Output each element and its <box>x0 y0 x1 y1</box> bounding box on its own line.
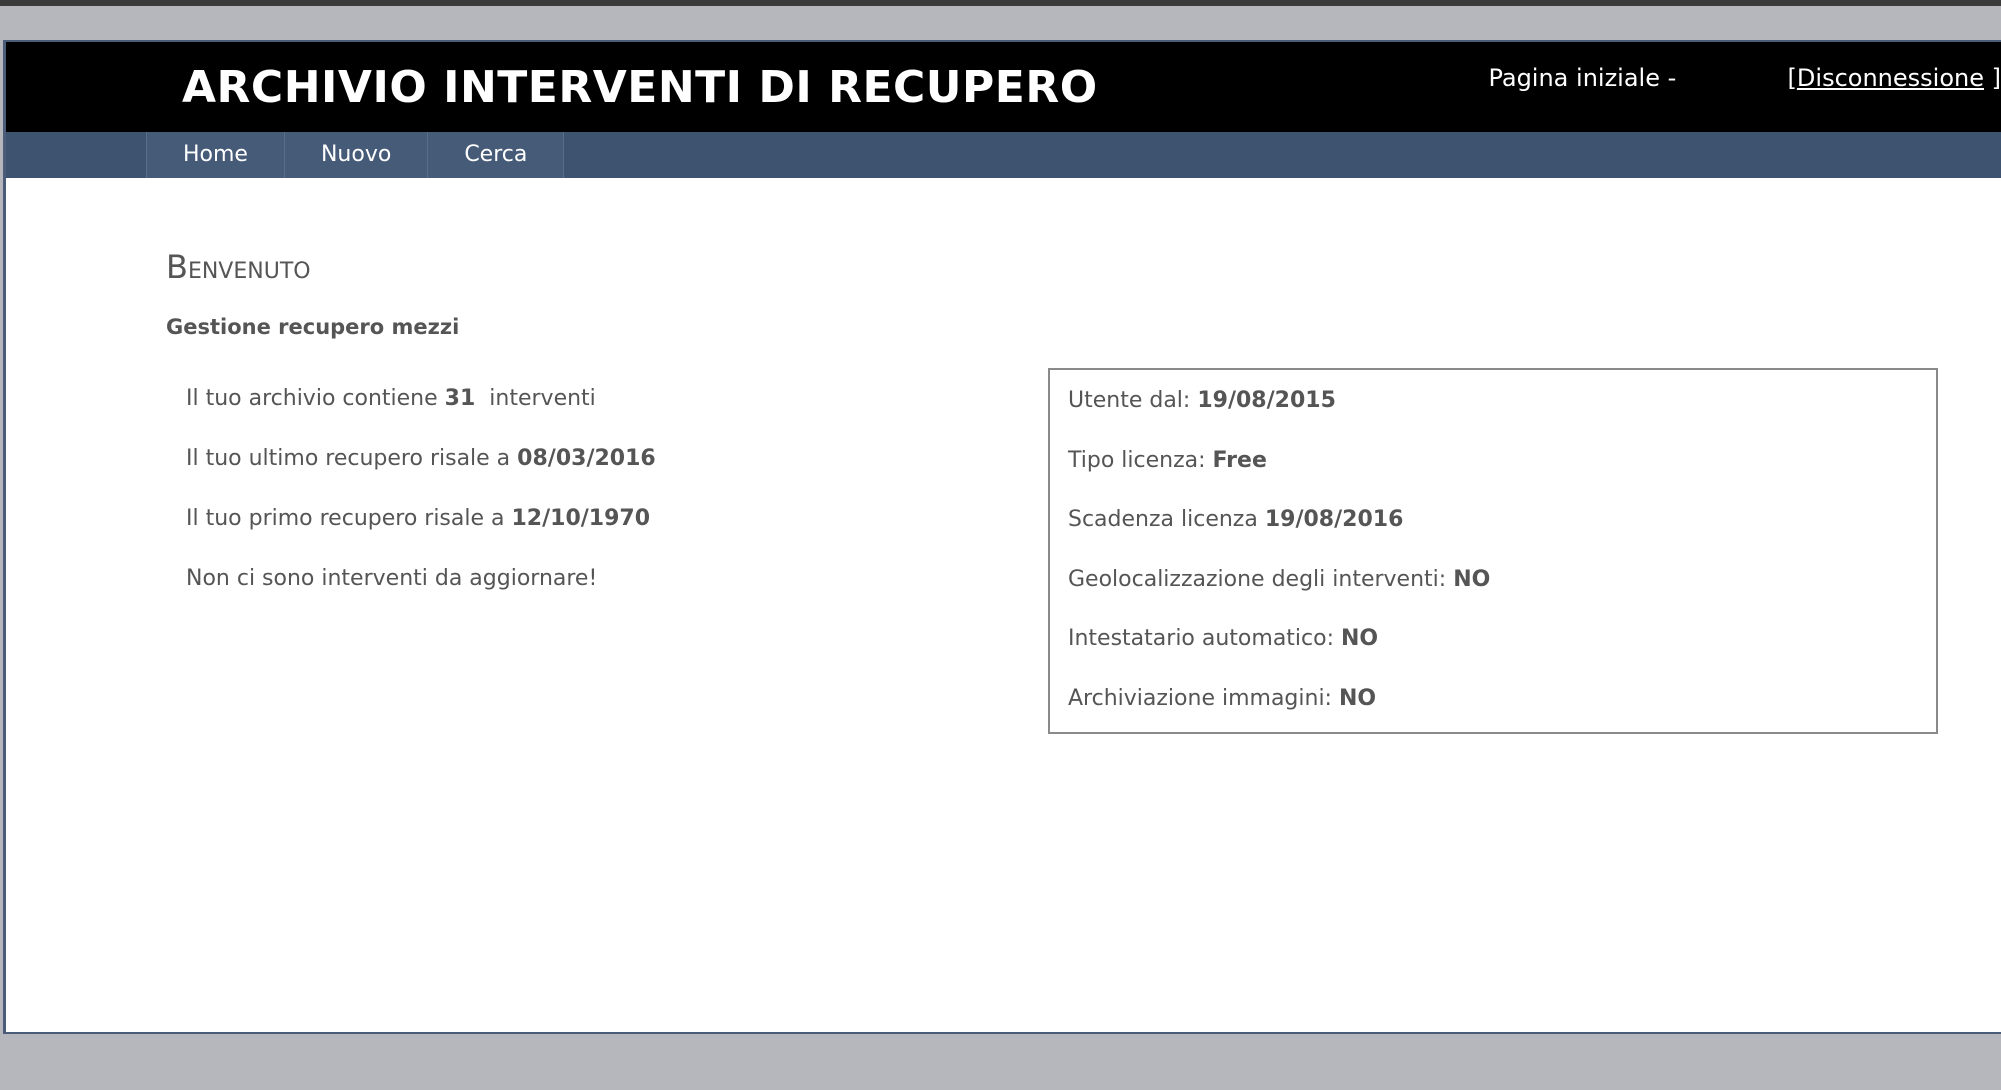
nav-menu-bar: Home Nuovo Cerca <box>6 132 2001 178</box>
license-type-value: Free <box>1212 447 1267 473</box>
window-bottom-area <box>0 1034 2001 1090</box>
user-since-label: Utente dal: <box>1068 388 1191 413</box>
geolocation-label: Geolocalizzazione degli interventi: <box>1068 566 1447 592</box>
auto-holder-label: Intestatario automatico: <box>1068 626 1335 651</box>
menu-item-home[interactable]: Home <box>147 132 285 178</box>
first-recovery-line: Il tuo primo recupero risale a 12/10/197… <box>186 506 656 566</box>
section-subtitle: Gestione recupero mezzi <box>166 315 460 339</box>
app-title: ARCHIVIO INTERVENTI DI RECUPERO <box>182 62 1098 113</box>
last-recovery-line: Il tuo ultimo recupero risale a 08/03/20… <box>186 446 656 506</box>
home-label: Pagina iniziale - <box>1488 64 1677 92</box>
archive-count-prefix: Il tuo archivio contiene <box>186 386 438 411</box>
image-archive-line: Archiviazione immagini: NO <box>1068 686 1936 746</box>
first-recovery-prefix: Il tuo primo recupero risale a <box>186 506 505 531</box>
archive-stats: Il tuo archivio contiene 31 interventi I… <box>186 386 656 626</box>
license-expiry-label: Scadenza licenza <box>1068 507 1258 532</box>
no-updates-message: Non ci sono interventi da aggiornare! <box>186 566 598 591</box>
auto-holder-line: Intestatario automatico: NO <box>1068 626 1936 686</box>
first-recovery-date: 12/10/1970 <box>511 506 651 531</box>
user-since-value: 19/08/2015 <box>1197 388 1336 413</box>
image-archive-label: Archiviazione immagini: <box>1068 685 1332 711</box>
login-area: Pagina iniziale - [Disconnessione ] <box>1488 64 2001 92</box>
auto-holder-value: NO <box>1341 626 1379 651</box>
archive-count-line: Il tuo archivio contiene 31 interventi <box>186 386 656 446</box>
menu-item-nuovo[interactable]: Nuovo <box>284 132 429 178</box>
logout-bracket-open: [ <box>1787 64 1797 92</box>
site-header: ARCHIVIO INTERVENTI DI RECUPERO Pagina i… <box>6 40 2001 132</box>
license-type-line: Tipo licenza: Free <box>1068 448 1936 508</box>
archive-count-suffix: interventi <box>489 386 596 411</box>
last-recovery-date: 08/03/2016 <box>517 446 656 471</box>
page-frame: ARCHIVIO INTERVENTI DI RECUPERO Pagina i… <box>3 40 2001 1034</box>
user-since-line: Utente dal: 19/08/2015 <box>1068 388 1936 448</box>
logout-bracket-close: ] <box>1991 64 2001 92</box>
menu-item-cerca[interactable]: Cerca <box>428 132 565 178</box>
archive-count-value: 31 <box>444 386 476 411</box>
license-type-label: Tipo licenza: <box>1068 447 1206 473</box>
geolocation-value: NO <box>1453 566 1491 592</box>
geolocation-line: Geolocalizzazione degli interventi: NO <box>1068 567 1936 627</box>
main-content: Benvenuto Gestione recupero mezzi Il tuo… <box>6 178 2001 1034</box>
welcome-heading: Benvenuto <box>166 248 311 286</box>
logout-link[interactable]: Disconnessione <box>1797 64 1984 92</box>
window-top-strip <box>0 0 2001 6</box>
last-recovery-prefix: Il tuo ultimo recupero risale a <box>186 446 511 471</box>
license-expiry-line: Scadenza licenza 19/08/2016 <box>1068 507 1936 567</box>
image-archive-value: NO <box>1338 685 1377 711</box>
license-expiry-value: 19/08/2016 <box>1264 507 1404 532</box>
nav-menu: Home Nuovo Cerca <box>146 132 565 178</box>
license-info-box: Utente dal: 19/08/2015 Tipo licenza: Fre… <box>1048 368 1938 734</box>
